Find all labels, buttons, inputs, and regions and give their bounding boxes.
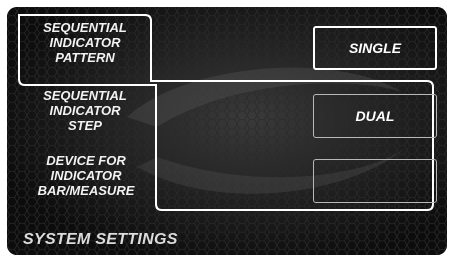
option-dual-button[interactable]: DUAL — [313, 94, 437, 138]
menu-item-sequential-indicator-step[interactable]: SEQUENTIAL INDICATOR STEP — [19, 88, 151, 133]
menu-item-device-for-indicator[interactable]: DEVICE FOR INDICATOR BAR/MEASURE — [17, 153, 155, 198]
menu-item-line: STEP — [68, 118, 102, 133]
menu-item-line: SEQUENTIAL — [43, 20, 127, 35]
menu-item-line: INDICATOR — [50, 168, 122, 183]
option-empty-button[interactable] — [313, 159, 437, 203]
page-title: SYSTEM SETTINGS — [23, 231, 178, 248]
menu-item-line: DEVICE FOR — [46, 153, 126, 168]
menu-item-line: INDICATOR — [49, 103, 121, 118]
menu-item-line: BAR/MEASURE — [37, 183, 135, 198]
menu-item-line: SEQUENTIAL — [43, 88, 127, 103]
option-label: SINGLE — [348, 40, 402, 56]
menu-item-line: INDICATOR — [49, 35, 121, 50]
option-single-button[interactable]: SINGLE — [313, 26, 437, 70]
option-label: DUAL — [355, 108, 395, 124]
menu-item-sequential-indicator-pattern[interactable]: SEQUENTIAL INDICATOR PATTERN — [19, 20, 151, 65]
display-screen: SEQUENTIAL INDICATOR PATTERN SEQUENTIAL … — [7, 7, 447, 255]
menu-item-line: PATTERN — [55, 50, 115, 65]
